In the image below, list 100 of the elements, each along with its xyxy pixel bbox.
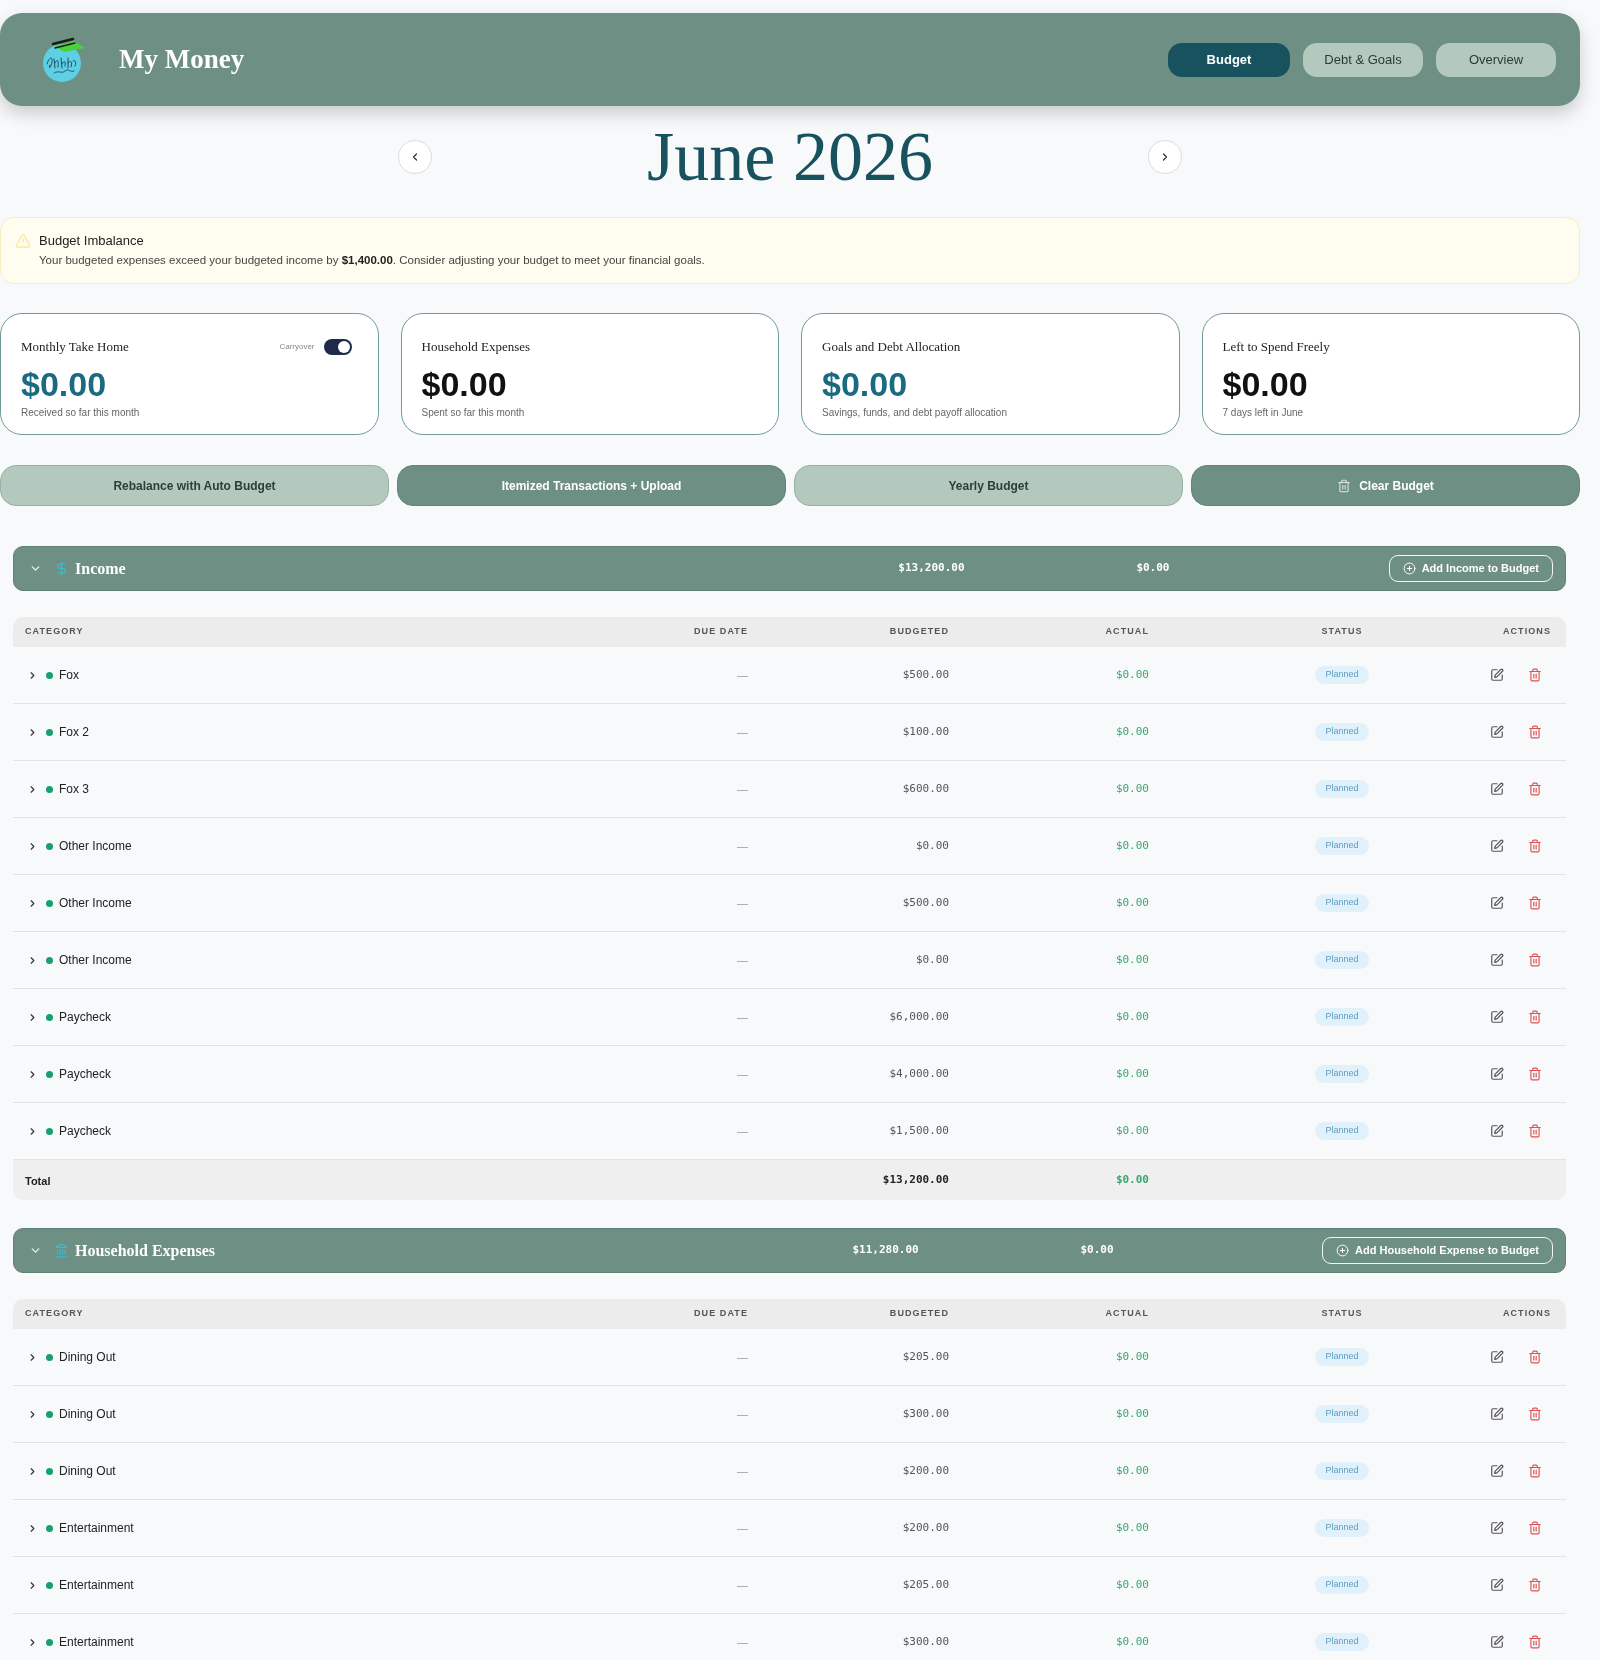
edit-icon[interactable]: [1490, 1578, 1504, 1592]
edit-icon[interactable]: [1490, 725, 1504, 739]
category-name: Dining Out: [59, 1349, 116, 1366]
toggle-switch[interactable]: [323, 339, 352, 355]
add-button[interactable]: Add Household Expense to Budget: [1322, 1237, 1553, 1264]
actual-amount: $0.00: [1115, 1633, 1149, 1650]
due-date: —: [737, 1463, 748, 1479]
status-badge: Planned: [1315, 1633, 1369, 1651]
delete-icon[interactable]: [1528, 1067, 1542, 1081]
delete-icon[interactable]: [1528, 1010, 1542, 1024]
status-badge: Planned: [1315, 666, 1369, 684]
status-badge: Planned: [1315, 837, 1369, 855]
column-header: ACTUAL: [1105, 1307, 1149, 1321]
total-label: Total: [25, 1175, 51, 1187]
edit-icon[interactable]: [1490, 953, 1504, 967]
due-date: —: [737, 1349, 748, 1365]
category-name: Paycheck: [59, 1066, 112, 1083]
category-name: Other Income: [59, 952, 132, 969]
edit-icon[interactable]: [1490, 1010, 1504, 1024]
month-title: June 2026: [647, 122, 933, 192]
card-amount: $0.00: [21, 365, 107, 403]
edit-icon[interactable]: [1490, 1407, 1504, 1421]
category-name: Fox: [59, 667, 79, 684]
delete-icon[interactable]: [1528, 1407, 1542, 1421]
edit-icon[interactable]: [1490, 1350, 1504, 1364]
category-name: Dining Out: [59, 1463, 116, 1480]
action-button[interactable]: Rebalance with Auto Budget: [0, 465, 389, 506]
category-name: Entertainment: [59, 1634, 134, 1651]
edit-icon[interactable]: [1490, 1124, 1504, 1138]
card-caption: Savings, funds, and debt payoff allocation: [822, 406, 1007, 420]
edit-icon[interactable]: [1490, 668, 1504, 682]
category-name: Paycheck: [59, 1123, 112, 1140]
action-button[interactable]: Itemized Transactions + Upload: [397, 465, 786, 506]
delete-icon[interactable]: [1528, 1521, 1542, 1535]
actual-amount: $0.00: [1115, 1008, 1149, 1025]
due-date: —: [737, 895, 748, 911]
nav-tab[interactable]: Budget: [1168, 42, 1290, 77]
delete-icon[interactable]: [1528, 896, 1542, 910]
budgeted-amount: $200.00: [902, 1519, 949, 1536]
card-title: Goals and Debt Allocation: [822, 338, 961, 357]
actual-amount: $0.00: [1115, 951, 1149, 968]
due-date: —: [737, 838, 748, 854]
due-date: —: [737, 1123, 748, 1139]
column-header: ACTUAL: [1105, 625, 1149, 639]
actual-amount: $0.00: [1115, 1462, 1149, 1479]
due-date: —: [737, 1520, 748, 1536]
delete-icon[interactable]: [1528, 1635, 1542, 1649]
delete-icon[interactable]: [1528, 1578, 1542, 1592]
delete-icon[interactable]: [1528, 725, 1542, 739]
chevron-right-icon[interactable]: [27, 1011, 38, 1023]
alert-message: Your budgeted expenses exceed your budgeted income by $1,400.00. Consider adjusting your budget to meet your financial goals.: [39, 253, 705, 268]
status-badge: Planned: [1315, 1122, 1369, 1140]
card-amount: $0.00: [421, 365, 507, 403]
due-date: —: [737, 667, 748, 683]
delete-icon[interactable]: [1528, 839, 1542, 853]
actual-amount: $0.00: [1115, 837, 1149, 854]
total-actual-amount: $0.00: [1115, 1171, 1149, 1188]
nav-tab[interactable]: Overview: [1436, 42, 1556, 77]
logo-icon: [40, 36, 86, 83]
budgeted-amount: $205.00: [902, 1576, 949, 1593]
action-button[interactable]: Clear Budget: [1191, 465, 1580, 506]
edit-icon[interactable]: [1490, 782, 1504, 796]
budgeted-amount: $300.00: [902, 1633, 949, 1650]
card-amount: $0.00: [822, 365, 908, 403]
column-header: STATUS: [1321, 625, 1363, 639]
status-badge: Planned: [1315, 894, 1369, 912]
section-actual-total: $0.00: [1080, 1242, 1114, 1259]
alert-title: Budget Imbalance: [39, 232, 145, 249]
edit-icon[interactable]: [1490, 896, 1504, 910]
budgeted-amount: $6,000.00: [889, 1008, 949, 1025]
actual-amount: $0.00: [1115, 780, 1149, 797]
delete-icon[interactable]: [1528, 668, 1542, 682]
delete-icon[interactable]: [1528, 1124, 1542, 1138]
delete-icon[interactable]: [1528, 1464, 1542, 1478]
card-title: Monthly Take Home: [21, 338, 129, 357]
status-badge: Planned: [1315, 951, 1369, 969]
column-header: CATEGORY: [25, 626, 84, 637]
add-button[interactable]: Add Income to Budget: [1388, 555, 1553, 582]
section-title: Household Expenses: [75, 1240, 216, 1262]
edit-icon[interactable]: [1490, 839, 1504, 853]
budgeted-amount: $1,500.00: [889, 1122, 949, 1139]
delete-icon[interactable]: [1528, 953, 1542, 967]
edit-icon[interactable]: [1490, 1635, 1504, 1649]
due-date: —: [737, 952, 748, 968]
edit-icon[interactable]: [1490, 1067, 1504, 1081]
due-date: —: [737, 1066, 748, 1082]
warning-icon: [15, 233, 31, 249]
delete-icon[interactable]: [1528, 1350, 1542, 1364]
budgeted-amount: $300.00: [902, 1405, 949, 1422]
delete-icon[interactable]: [1528, 782, 1542, 796]
status-badge: Planned: [1315, 1348, 1369, 1366]
category-name: Fox 2: [59, 724, 89, 741]
column-header: ACTIONS: [1502, 625, 1551, 639]
card-caption: Spent so far this month: [421, 406, 525, 420]
actual-amount: $0.00: [1115, 894, 1149, 911]
status-badge: Planned: [1315, 780, 1369, 798]
nav-tab[interactable]: Debt & Goals: [1303, 42, 1423, 77]
action-button[interactable]: Yearly Budget: [794, 465, 1183, 506]
edit-icon[interactable]: [1490, 1521, 1504, 1535]
edit-icon[interactable]: [1490, 1464, 1504, 1478]
